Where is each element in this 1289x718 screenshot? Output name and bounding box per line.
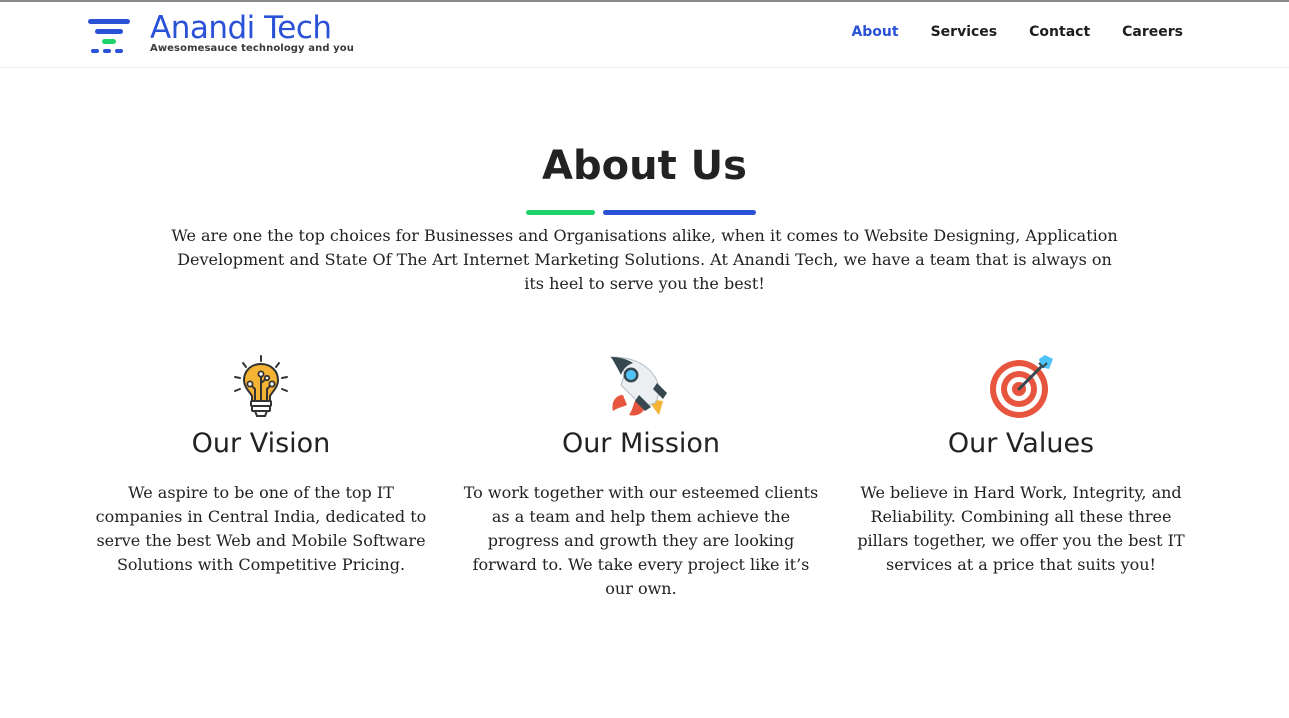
target-icon — [990, 355, 1053, 418]
mission-title: Our Mission — [561, 428, 721, 459]
values-card: Our Values We believe in Hard Work, Inte… — [831, 355, 1211, 577]
rocket-icon — [609, 356, 667, 416]
mission-card: Our Mission To work together with our es… — [451, 355, 831, 601]
nav-careers[interactable]: Careers — [1122, 24, 1183, 40]
values-text: We believe in Hard Work, Integrity, and … — [857, 483, 1185, 574]
about-intro: We are one the top choices for Businesse… — [171, 226, 1118, 293]
title-divider-blue — [603, 210, 756, 215]
brand-logo[interactable]: Anandi Tech Awesomesauce technology and … — [88, 12, 354, 58]
title-divider-green — [526, 210, 595, 215]
vision-card: Our Vision We aspire to be one of the to… — [71, 355, 451, 577]
mission-text: To work together with our esteemed clien… — [463, 483, 819, 598]
logo-text: Anandi Tech Awesomesauce technology and … — [150, 12, 354, 55]
main-nav: About Services Contact Careers — [819, 24, 1183, 40]
brand-tagline: Awesomesauce technology and you — [150, 43, 354, 54]
nav-contact[interactable]: Contact — [1029, 24, 1090, 40]
site-header: Anandi Tech Awesomesauce technology and … — [0, 2, 1289, 68]
vision-text: We aspire to be one of the top IT compan… — [95, 483, 427, 574]
logo-mark-icon — [88, 19, 130, 53]
lightbulb-icon — [234, 355, 288, 417]
nav-about[interactable]: About — [851, 24, 898, 40]
brand-name: Anandi Tech — [150, 10, 332, 46]
vision-title: Our Vision — [191, 428, 331, 459]
nav-services[interactable]: Services — [931, 24, 998, 40]
about-title: About Us — [542, 143, 747, 189]
values-title: Our Values — [947, 428, 1095, 459]
